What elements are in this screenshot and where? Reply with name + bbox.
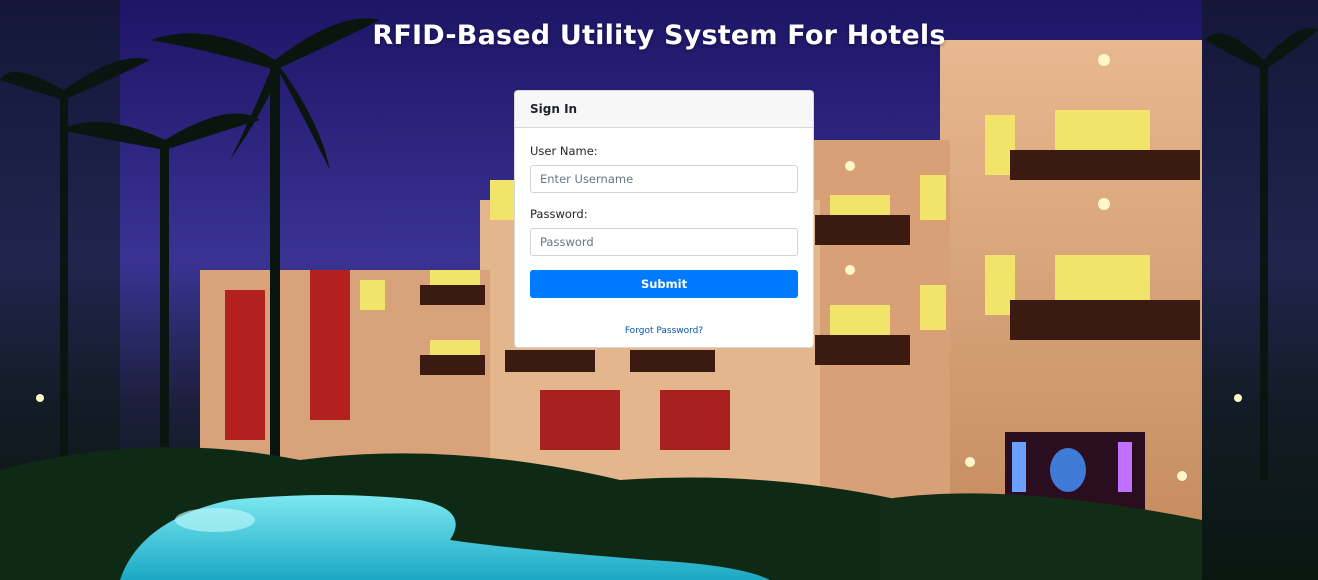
forgot-password-link[interactable]: Forgot Password?: [625, 326, 703, 336]
username-label: User Name:: [530, 144, 598, 158]
signin-card: Sign In User Name: Password: Submit Forg…: [514, 90, 814, 348]
username-input[interactable]: [530, 165, 798, 193]
forgot-password-row: Forgot Password?: [530, 318, 798, 337]
page-title: RFID-Based Utility System For Hotels: [372, 20, 946, 51]
submit-button[interactable]: Submit: [530, 270, 798, 298]
password-label: Password:: [530, 207, 588, 221]
password-input[interactable]: [530, 228, 798, 256]
signin-form: User Name: Password: Submit Forgot Passw…: [515, 128, 813, 337]
password-group: Password:: [530, 207, 798, 256]
username-group: User Name:: [530, 144, 798, 193]
signin-card-header: Sign In: [515, 91, 813, 128]
